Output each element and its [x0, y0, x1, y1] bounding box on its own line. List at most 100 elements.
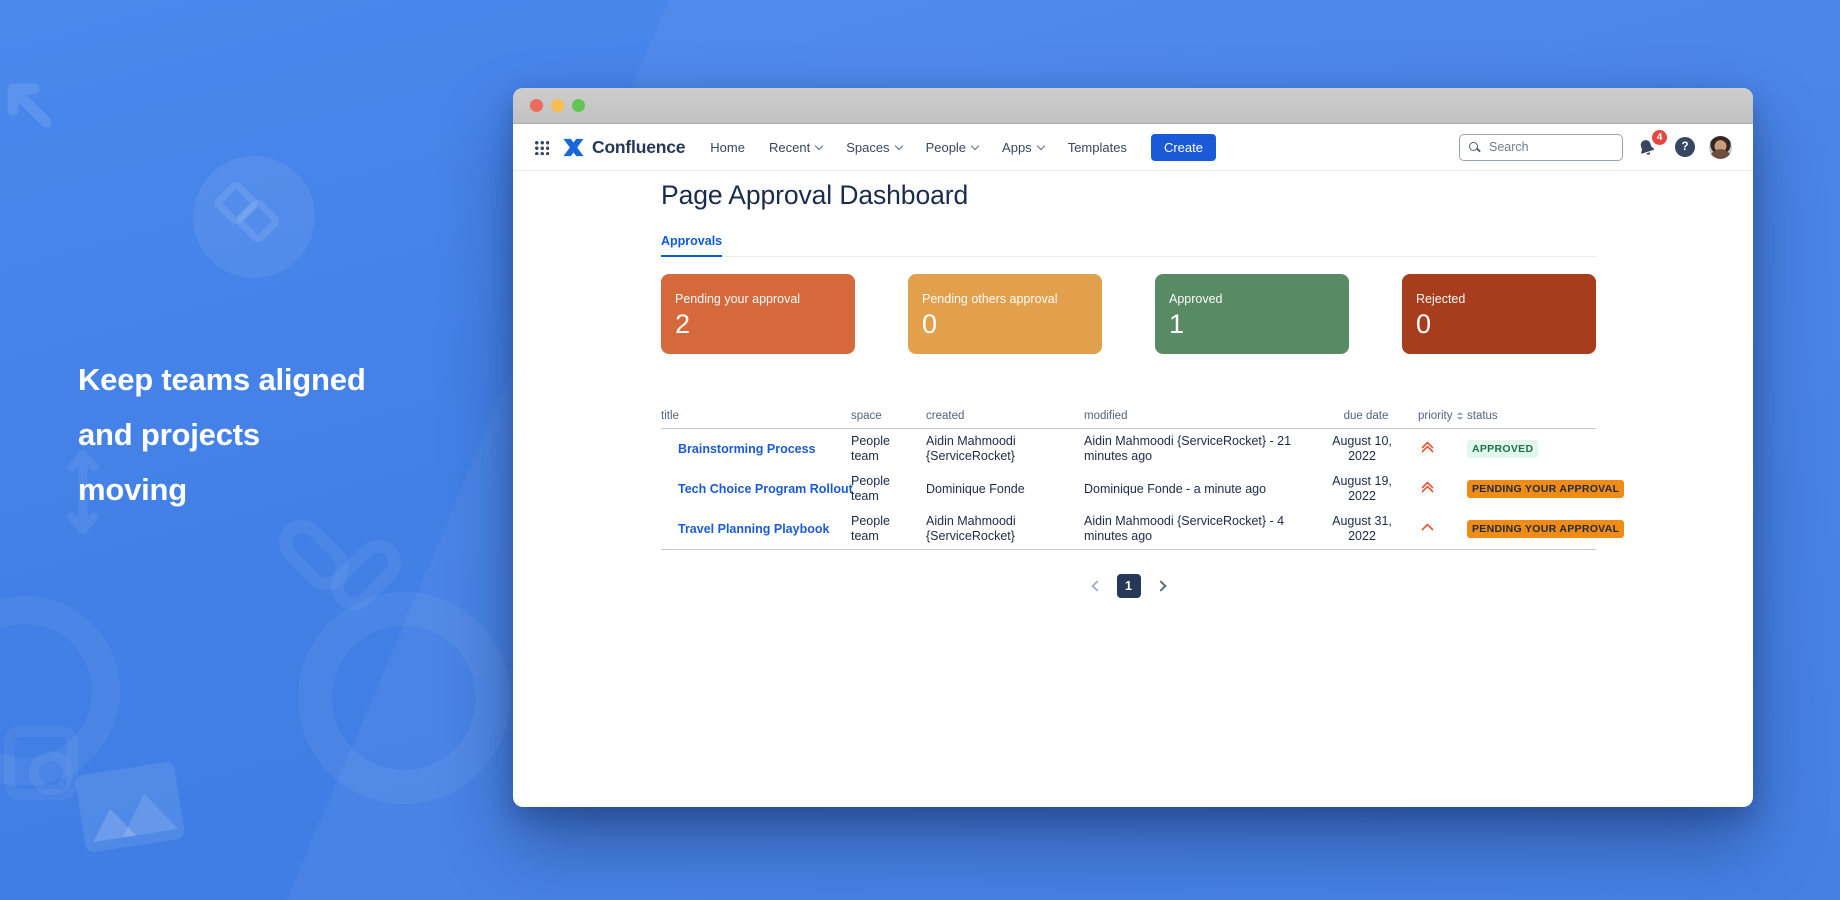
due-date-cell: August 31, 2022 [1332, 514, 1392, 543]
stat-value: 0 [1416, 309, 1432, 339]
space-cell: People team [851, 434, 890, 463]
nav-label: Spaces [846, 139, 890, 155]
nav-label: People [925, 139, 967, 155]
modified-cell: Dominique Fonde - a minute ago [1084, 481, 1267, 496]
table-row: Brainstorming Process People team Aidin … [661, 429, 1596, 469]
app-switcher-icon[interactable] [534, 139, 549, 155]
nav-item-spaces[interactable]: Spaces [846, 139, 903, 155]
stat-value: 2 [675, 309, 691, 339]
photo-icon [74, 760, 186, 854]
table-header-row: title space created modified due date pr… [661, 410, 1596, 429]
lock-icon [4, 726, 78, 800]
space-cell: People team [851, 514, 890, 543]
page-link[interactable]: Brainstorming Process [678, 442, 816, 456]
stat-card-pending-your-approval: Pending your approval 2 [661, 274, 855, 354]
stat-value: 1 [1169, 309, 1185, 339]
page-content: Page Approval Dashboard Approvals Pendin… [513, 179, 1753, 598]
status-badge: PENDING YOUR APPROVAL [1467, 520, 1625, 538]
nav-label: Recent [768, 139, 811, 155]
column-header-title: title [661, 410, 679, 422]
marketing-headline: Keep teams aligned and projects moving [78, 352, 366, 517]
headline-line: and projects [78, 417, 260, 452]
table-row: Tech Choice Program Rollout People team … [661, 469, 1625, 509]
user-avatar[interactable] [1709, 135, 1732, 159]
column-header-space: space [851, 410, 882, 422]
search-icon [1469, 141, 1478, 151]
notification-count-badge: 4 [1652, 130, 1667, 145]
current-page-button[interactable]: 1 [1116, 574, 1141, 598]
created-cell: Aidin Mahmoodi {ServiceRocket} [926, 514, 1016, 543]
chevron-down-icon [970, 141, 980, 150]
confluence-navbar: Confluence Home Recent Spaces People App… [513, 124, 1753, 171]
due-date-cell: August 19, 2022 [1332, 474, 1392, 503]
nav-label: Home [710, 139, 745, 155]
help-button[interactable]: ? [1675, 137, 1695, 157]
create-button[interactable]: Create [1150, 133, 1216, 161]
page-link[interactable]: Travel Planning Playbook [678, 522, 829, 536]
overlapping-squares-icon [193, 156, 315, 278]
nav-item-home[interactable]: Home [710, 140, 745, 155]
stat-label: Approved [1169, 292, 1223, 306]
status-badge: PENDING YOUR APPROVAL [1467, 480, 1625, 498]
nav-label: Templates [1067, 139, 1127, 155]
column-header-priority[interactable]: priority [1410, 410, 1463, 422]
created-cell: Dominique Fonde [926, 481, 1025, 496]
chain-link-icon [268, 510, 428, 632]
table-body: Brainstorming Process People team Aidin … [661, 429, 1625, 550]
ring-decoration [298, 592, 510, 804]
modified-cell: Aidin Mahmoodi {ServiceRocket} - 4 minut… [1084, 514, 1285, 543]
created-cell: Aidin Mahmoodi {ServiceRocket} [926, 434, 1016, 463]
ring-decoration [0, 596, 120, 786]
zoom-window-button[interactable] [572, 99, 585, 112]
chevron-down-icon [814, 141, 824, 150]
stat-label: Pending others approval [922, 292, 1058, 306]
confluence-logo[interactable]: Confluence [562, 137, 685, 158]
column-header-status: status [1467, 410, 1498, 422]
tab-bar: Approvals [661, 234, 1596, 257]
confluence-logo-icon [563, 138, 584, 156]
close-window-button[interactable] [530, 99, 543, 112]
next-page-button[interactable] [1154, 580, 1167, 592]
column-header-modified: modified [1084, 410, 1128, 422]
nav-item-recent[interactable]: Recent [768, 139, 824, 155]
modified-cell: Aidin Mahmoodi {ServiceRocket} - 21 minu… [1084, 434, 1292, 463]
chevron-down-icon [894, 141, 903, 150]
window-titlebar[interactable] [513, 88, 1753, 124]
search-input[interactable] [1460, 140, 1622, 154]
tab-approvals[interactable]: Approvals [661, 234, 723, 257]
main-navigation: Home Recent Spaces People Apps Templates [710, 140, 1127, 155]
stat-cards: Pending your approval 2 Pending others a… [661, 274, 1596, 354]
stat-value: 0 [922, 309, 938, 339]
due-date-cell: August 10, 2022 [1332, 434, 1392, 463]
column-header-created: created [926, 410, 965, 422]
priority-high-icon [1410, 522, 1462, 536]
pagination: 1 [661, 574, 1596, 598]
minimize-window-button[interactable] [551, 99, 564, 112]
stat-card-pending-others-approval: Pending others approval 0 [908, 274, 1102, 354]
notifications-button[interactable]: 4 [1637, 130, 1667, 159]
arrow-up-left-icon [2, 78, 56, 137]
space-cell: People team [851, 474, 890, 503]
page-link[interactable]: Tech Choice Program Rollout [678, 482, 853, 496]
headline-line: Keep teams aligned [78, 362, 366, 397]
column-header-due-date: due date [1343, 410, 1389, 422]
prev-page-button[interactable] [1090, 580, 1103, 592]
status-badge: APPROVED [1467, 440, 1539, 458]
stat-card-approved: Approved 1 [1155, 274, 1349, 354]
search-box[interactable] [1459, 133, 1623, 161]
table-row: Travel Planning Playbook People team Aid… [661, 509, 1625, 549]
navbar-right: 4 ? [1459, 130, 1732, 161]
nav-item-apps[interactable]: Apps [1002, 139, 1045, 155]
nav-item-people[interactable]: People [925, 139, 980, 155]
priority-highest-icon [1410, 440, 1462, 458]
column-header-label: priority [1418, 410, 1453, 422]
priority-highest-icon [1410, 480, 1462, 498]
app-window: Confluence Home Recent Spaces People App… [513, 88, 1753, 807]
stat-label: Rejected [1416, 292, 1466, 306]
nav-item-templates[interactable]: Templates [1068, 140, 1127, 155]
headline-line: moving [78, 472, 188, 507]
chevron-down-icon [1036, 141, 1045, 150]
stat-card-rejected: Rejected 0 [1402, 274, 1596, 354]
logo-text: Confluence [592, 136, 686, 157]
nav-label: Apps [1002, 139, 1032, 155]
